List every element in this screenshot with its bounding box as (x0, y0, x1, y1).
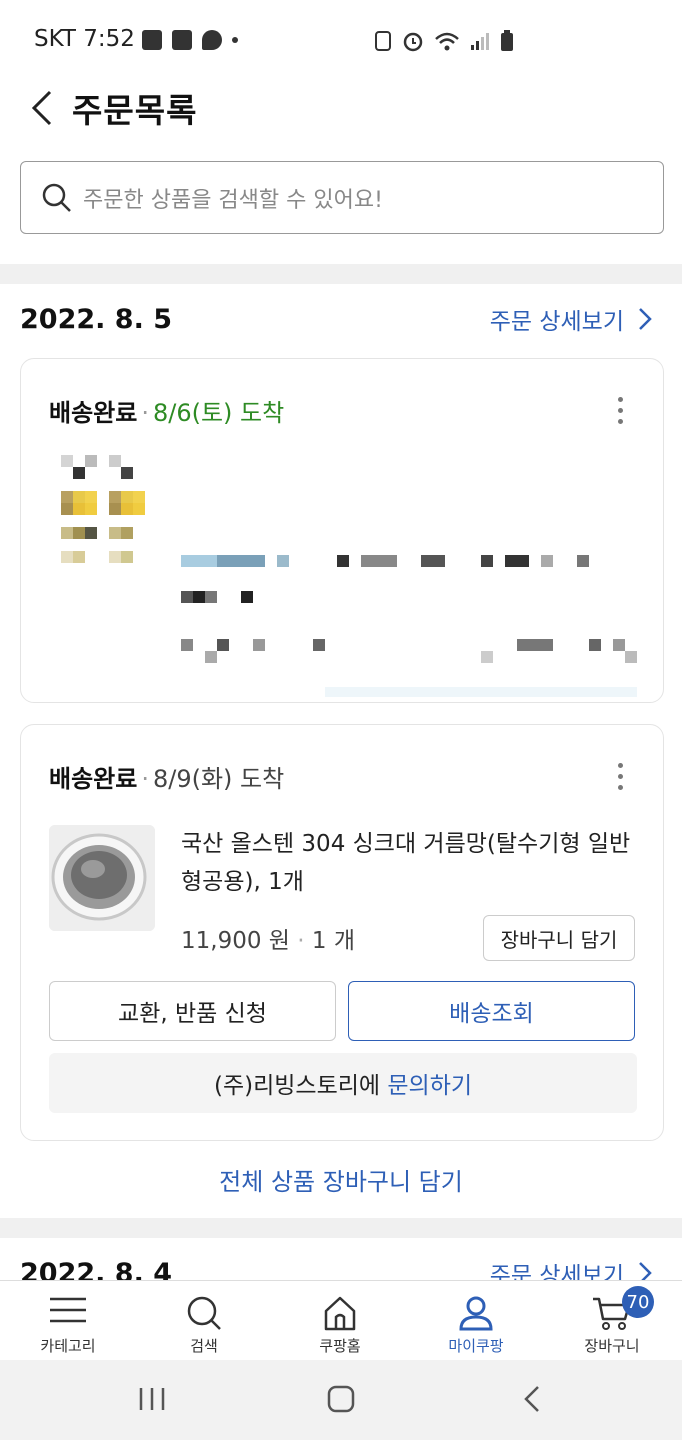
tab-my-coupang[interactable]: 마이쿠팡 (408, 1281, 544, 1361)
menu-icon (50, 1297, 86, 1323)
track-delivery-button[interactable]: 배송조회 (348, 981, 635, 1041)
chevron-right-icon (639, 308, 652, 330)
home-icon (324, 1296, 356, 1331)
search-icon (187, 1296, 221, 1330)
back-button-icon[interactable] (522, 1384, 542, 1414)
tab-cart[interactable]: 장바구니 (544, 1281, 680, 1361)
search-icon (42, 183, 71, 212)
inquiry-link[interactable]: 문의하기 (387, 1066, 472, 1100)
tab-label: 마이쿠팡 (448, 1337, 504, 1355)
shipment-card: 배송완료 · 8/6(토) 도착 (20, 358, 664, 703)
price-value: 11,900 원 (181, 928, 290, 954)
shipment-card: 배송완료 · 8/9(화) 도착 국산 올스텐 304 싱크대 거름망(탈수기형 일… (20, 724, 664, 1141)
battery-icon (501, 30, 513, 51)
order-detail-link[interactable]: 주문 상세보기 (490, 302, 652, 336)
tab-category[interactable]: 카테고리 (0, 1281, 136, 1361)
tab-label: 장바구니 (584, 1337, 640, 1355)
more-notifications-icon (232, 37, 238, 43)
shipment-status: 배송완료 · 8/9(화) 도착 (49, 765, 285, 793)
quantity-value: 1 개 (311, 928, 355, 954)
arrival-date: 8/9(화) 도착 (152, 765, 285, 793)
product-name[interactable]: 국산 올스텐 304 싱크대 거름망(탈수기형 일반형공용), 1개 (181, 825, 641, 901)
add-to-cart-button[interactable]: 장바구니 담기 (483, 915, 635, 961)
chat-icon (202, 30, 222, 50)
wifi-icon (435, 32, 459, 51)
seller-inquiry: (주)리빙스토리에 문의하기 (49, 1053, 637, 1113)
add-all-to-cart-link[interactable]: 전체 상품 장바구니 담기 (0, 1162, 682, 1197)
order-group: 2022. 8. 5 주문 상세보기 배송완료 · 8/6(토) 도착 배송완료… (0, 284, 682, 1218)
blurred-product-image (61, 455, 637, 697)
order-detail-label: 주문 상세보기 (489, 309, 624, 335)
tab-home[interactable]: 쿠팡홈 (272, 1281, 408, 1361)
recent-apps-icon[interactable] (138, 1384, 166, 1414)
seller-name: (주)리빙스토리에 (213, 1073, 381, 1099)
signal-icon (471, 33, 489, 50)
exchange-return-button[interactable]: 교환, 반품 신청 (49, 981, 336, 1041)
home-button-icon[interactable] (326, 1384, 356, 1414)
gallery-icon (142, 30, 162, 50)
back-arrow-icon[interactable] (26, 88, 66, 128)
search-input[interactable]: 주문한 상품을 검색할 수 있어요! (20, 161, 664, 234)
more-options-icon[interactable] (618, 763, 623, 790)
status-bar: SKT 7:52 (0, 0, 682, 80)
person-icon (459, 1296, 493, 1331)
tab-label: 쿠팡홈 (319, 1337, 361, 1355)
battery-saver-icon (375, 31, 391, 51)
tab-search[interactable]: 검색 (136, 1281, 272, 1361)
home-notify-icon (172, 30, 192, 50)
page-header: 주문목록 주문한 상품을 검색할 수 있어요! (0, 80, 682, 264)
product-price: 11,900 원 · 1 개 (181, 928, 355, 954)
delivery-status-label: 배송완료 (49, 765, 138, 793)
search-placeholder: 주문한 상품을 검색할 수 있어요! (83, 188, 383, 213)
status-time: SKT 7:52 (34, 26, 135, 52)
product-thumbnail[interactable] (49, 825, 155, 931)
page-title: 주문목록 (72, 91, 198, 130)
order-date: 2022. 8. 5 (20, 304, 173, 335)
system-nav-bar (0, 1360, 682, 1440)
cart-count-badge: 70 (622, 1286, 654, 1318)
alarm-icon (403, 32, 423, 52)
bottom-tab-bar: 카테고리 검색 쿠팡홈 마이쿠팡 장바구니 (0, 1280, 682, 1360)
tab-label: 카테고리 (40, 1337, 96, 1355)
tab-label: 검색 (190, 1337, 218, 1355)
